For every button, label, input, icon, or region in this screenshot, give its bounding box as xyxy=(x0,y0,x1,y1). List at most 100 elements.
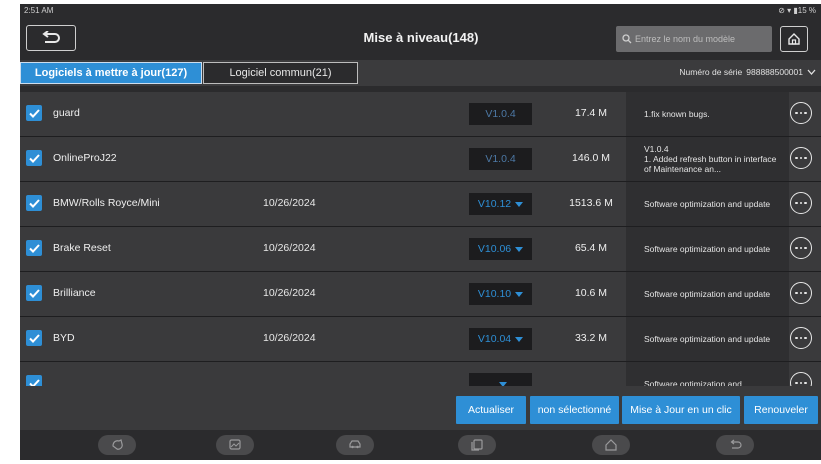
more-dot xyxy=(795,336,798,340)
more-dot xyxy=(799,156,803,160)
more-options-button[interactable] xyxy=(790,282,812,304)
software-description: Software optimization and update xyxy=(644,334,771,344)
row-checkbox[interactable] xyxy=(26,195,42,211)
row-checkbox[interactable] xyxy=(26,375,42,386)
software-description: V1.0.4 1. Added refresh button in interf… xyxy=(644,144,777,174)
home-button[interactable] xyxy=(780,26,808,52)
software-name: Brake Reset xyxy=(53,242,111,254)
caret-down-icon xyxy=(515,336,524,342)
table-row[interactable]: Brilliance 10/26/2024 V10.10 10.6 M Soft… xyxy=(20,272,821,317)
system-nav-bar xyxy=(20,430,821,460)
checkmark-icon xyxy=(28,378,40,386)
more-options-button[interactable] xyxy=(790,192,812,214)
software-description: Software optimization and update xyxy=(644,289,771,299)
tab-updates[interactable]: Logiciels à mettre à jour(127) xyxy=(20,62,202,84)
status-icons: ⊘ ▾ ▮15 % xyxy=(778,6,816,15)
renew-button[interactable]: Renouveler xyxy=(744,396,818,424)
version-selector[interactable]: V10.10 xyxy=(469,283,532,305)
chevron-down-icon xyxy=(807,69,816,75)
home-icon xyxy=(605,439,617,451)
software-description: Software optimization and update xyxy=(644,244,771,254)
software-size: 33.2 M xyxy=(574,332,608,344)
more-dot xyxy=(804,381,807,385)
more-options-button[interactable] xyxy=(790,147,812,169)
more-dot xyxy=(795,156,798,160)
software-description: 1.fix known bugs. xyxy=(644,109,710,119)
more-dot xyxy=(804,246,807,250)
version-selector: V1.0.4 xyxy=(469,103,532,125)
table-row[interactable]: guard V1.0.4 17.4 M 1.fix known bugs. xyxy=(20,92,821,137)
software-description: Software optimization and update xyxy=(644,199,771,209)
more-dot xyxy=(804,111,807,115)
nav-gallery-button[interactable] xyxy=(216,435,254,455)
description-cell: V1.0.4 1. Added refresh button in interf… xyxy=(626,137,789,181)
version-selector[interactable] xyxy=(469,373,532,386)
version-selector[interactable]: V10.04 xyxy=(469,328,532,350)
table-row[interactable]: Software optimization and xyxy=(20,362,821,386)
version-label: V1.0.4 xyxy=(485,108,516,120)
checkmark-icon xyxy=(28,108,40,118)
software-date: 10/26/2024 xyxy=(263,332,316,344)
table-row[interactable]: OnlineProJ22 V1.0.4 146.0 M V1.0.4 1. Ad… xyxy=(20,137,821,182)
more-dot xyxy=(795,381,798,385)
software-description: Software optimization and xyxy=(644,379,742,386)
tab-bar: Logiciels à mettre à jour(127) Logiciel … xyxy=(20,60,821,86)
table-row[interactable]: BYD 10/26/2024 V10.04 33.2 M Software op… xyxy=(20,317,821,362)
tab-common-software[interactable]: Logiciel commun(21) xyxy=(203,62,358,84)
version-selector[interactable]: V10.06 xyxy=(469,238,532,260)
software-date: 10/26/2024 xyxy=(263,242,316,254)
version-selector[interactable]: V10.12 xyxy=(469,193,532,215)
description-cell: Software optimization and xyxy=(626,362,789,386)
serial-value: 988888500001 xyxy=(746,67,803,77)
nav-recent-apps-button[interactable] xyxy=(458,435,496,455)
row-checkbox[interactable] xyxy=(26,330,42,346)
more-dot xyxy=(804,156,807,160)
software-list: guard V1.0.4 17.4 M 1.fix known bugs. On… xyxy=(20,92,821,386)
nav-back-button[interactable] xyxy=(716,435,754,455)
table-row[interactable]: BMW/Rolls Royce/Mini 10/26/2024 V10.12 1… xyxy=(20,182,821,227)
more-dot xyxy=(799,336,803,340)
one-click-update-button[interactable]: Mise à Jour en un clic xyxy=(622,396,740,424)
row-checkbox[interactable] xyxy=(26,240,42,256)
description-cell: Software optimization and update xyxy=(626,317,789,361)
refresh-button[interactable]: Actualiser xyxy=(456,396,526,424)
more-options-button[interactable] xyxy=(790,237,812,259)
software-name: Brilliance xyxy=(53,287,96,299)
home-icon xyxy=(788,33,800,45)
description-cell: 1.fix known bugs. xyxy=(626,92,789,136)
checkmark-icon xyxy=(28,243,40,253)
more-dot xyxy=(795,111,798,115)
more-dot xyxy=(804,291,807,295)
serial-number-selector[interactable]: Numéro de série 988888500001 xyxy=(679,67,816,77)
more-dot xyxy=(799,111,803,115)
row-checkbox[interactable] xyxy=(26,285,42,301)
app-screen: 2:51 AM ⊘ ▾ ▮15 % Mise à niveau(148) Log… xyxy=(20,4,821,460)
nav-diagnose-button[interactable] xyxy=(98,435,136,455)
search-input[interactable] xyxy=(635,34,765,44)
serial-label: Numéro de série xyxy=(679,67,743,77)
action-bar: Actualiser non sélectionné Mise à Jour e… xyxy=(20,386,821,430)
nav-vehicle-button[interactable] xyxy=(336,435,374,455)
version-label: V1.0.4 xyxy=(485,153,516,165)
nav-home-button[interactable] xyxy=(592,435,630,455)
vehicle-icon xyxy=(349,440,361,449)
software-size: 65.4 M xyxy=(574,242,608,254)
table-row[interactable]: Brake Reset 10/26/2024 V10.06 65.4 M Sof… xyxy=(20,227,821,272)
software-size: 17.4 M xyxy=(574,107,608,119)
more-dot xyxy=(799,291,803,295)
gallery-icon xyxy=(229,439,241,450)
search-box[interactable] xyxy=(616,26,772,52)
row-checkbox[interactable] xyxy=(26,105,42,121)
row-checkbox[interactable] xyxy=(26,150,42,166)
unselect-button[interactable]: non sélectionné xyxy=(530,396,619,424)
more-options-button[interactable] xyxy=(790,372,812,386)
more-dot xyxy=(799,201,803,205)
search-icon xyxy=(622,34,632,44)
status-bar: 2:51 AM ⊘ ▾ ▮15 % xyxy=(20,4,821,18)
more-options-button[interactable] xyxy=(790,327,812,349)
description-cell: Software optimization and update xyxy=(626,272,789,316)
software-size: 10.6 M xyxy=(574,287,608,299)
version-label: V10.10 xyxy=(477,288,512,300)
caret-down-icon xyxy=(515,291,524,297)
more-options-button[interactable] xyxy=(790,102,812,124)
